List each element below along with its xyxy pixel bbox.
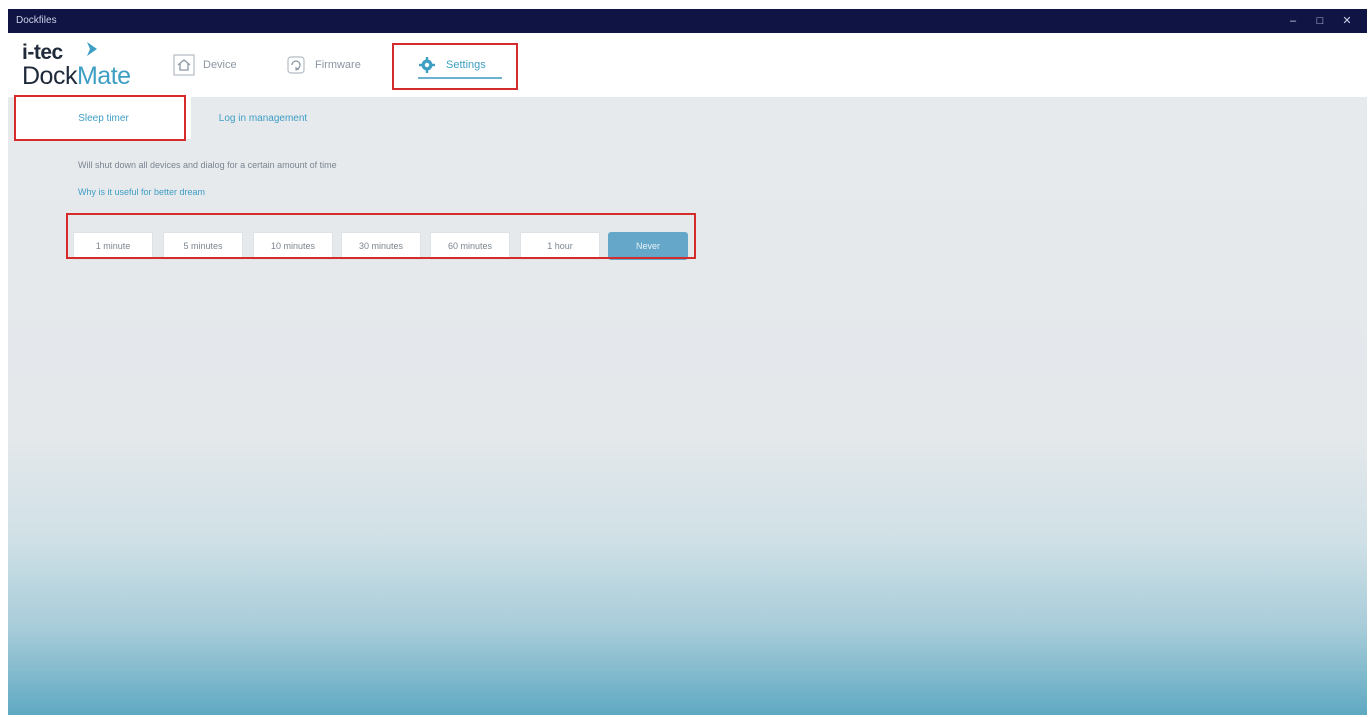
logo-line2: DockMate	[22, 62, 131, 91]
dockmate-logo: i-tec DockMate	[22, 39, 162, 91]
subtab-login-management[interactable]: Log in management	[198, 97, 328, 139]
logo-mate-text: Mate	[76, 62, 131, 90]
house-icon	[173, 54, 195, 76]
minimize-button[interactable]: –	[1284, 13, 1302, 29]
nav-device[interactable]: Device	[173, 47, 237, 83]
highlight-timer-options	[66, 213, 696, 259]
window-title: Dockfiles	[16, 15, 57, 26]
sleep-timer-help-link[interactable]: Why is it useful for better dream	[78, 187, 205, 197]
nav-firmware[interactable]: Firmware	[285, 47, 361, 83]
title-bar: Dockfiles – □ ✕	[8, 9, 1367, 33]
app-window: Dockfiles – □ ✕ i-tec DockMate Device Fi…	[8, 9, 1367, 715]
highlight-settings-tab	[392, 43, 518, 90]
nav-firmware-label: Firmware	[315, 59, 361, 71]
highlight-sleep-timer-tab	[14, 95, 186, 141]
logo-arrow-icon	[87, 42, 97, 56]
logo-dock-text: Dock	[22, 62, 77, 90]
close-button[interactable]: ✕	[1338, 13, 1356, 29]
app-header: i-tec DockMate Device Firmware Settings	[8, 33, 1367, 97]
maximize-button[interactable]: □	[1311, 13, 1329, 29]
nav-device-label: Device	[203, 59, 237, 71]
refresh-icon	[285, 54, 307, 76]
content-area	[8, 97, 1367, 715]
sleep-timer-description: Will shut down all devices and dialog fo…	[78, 160, 337, 170]
